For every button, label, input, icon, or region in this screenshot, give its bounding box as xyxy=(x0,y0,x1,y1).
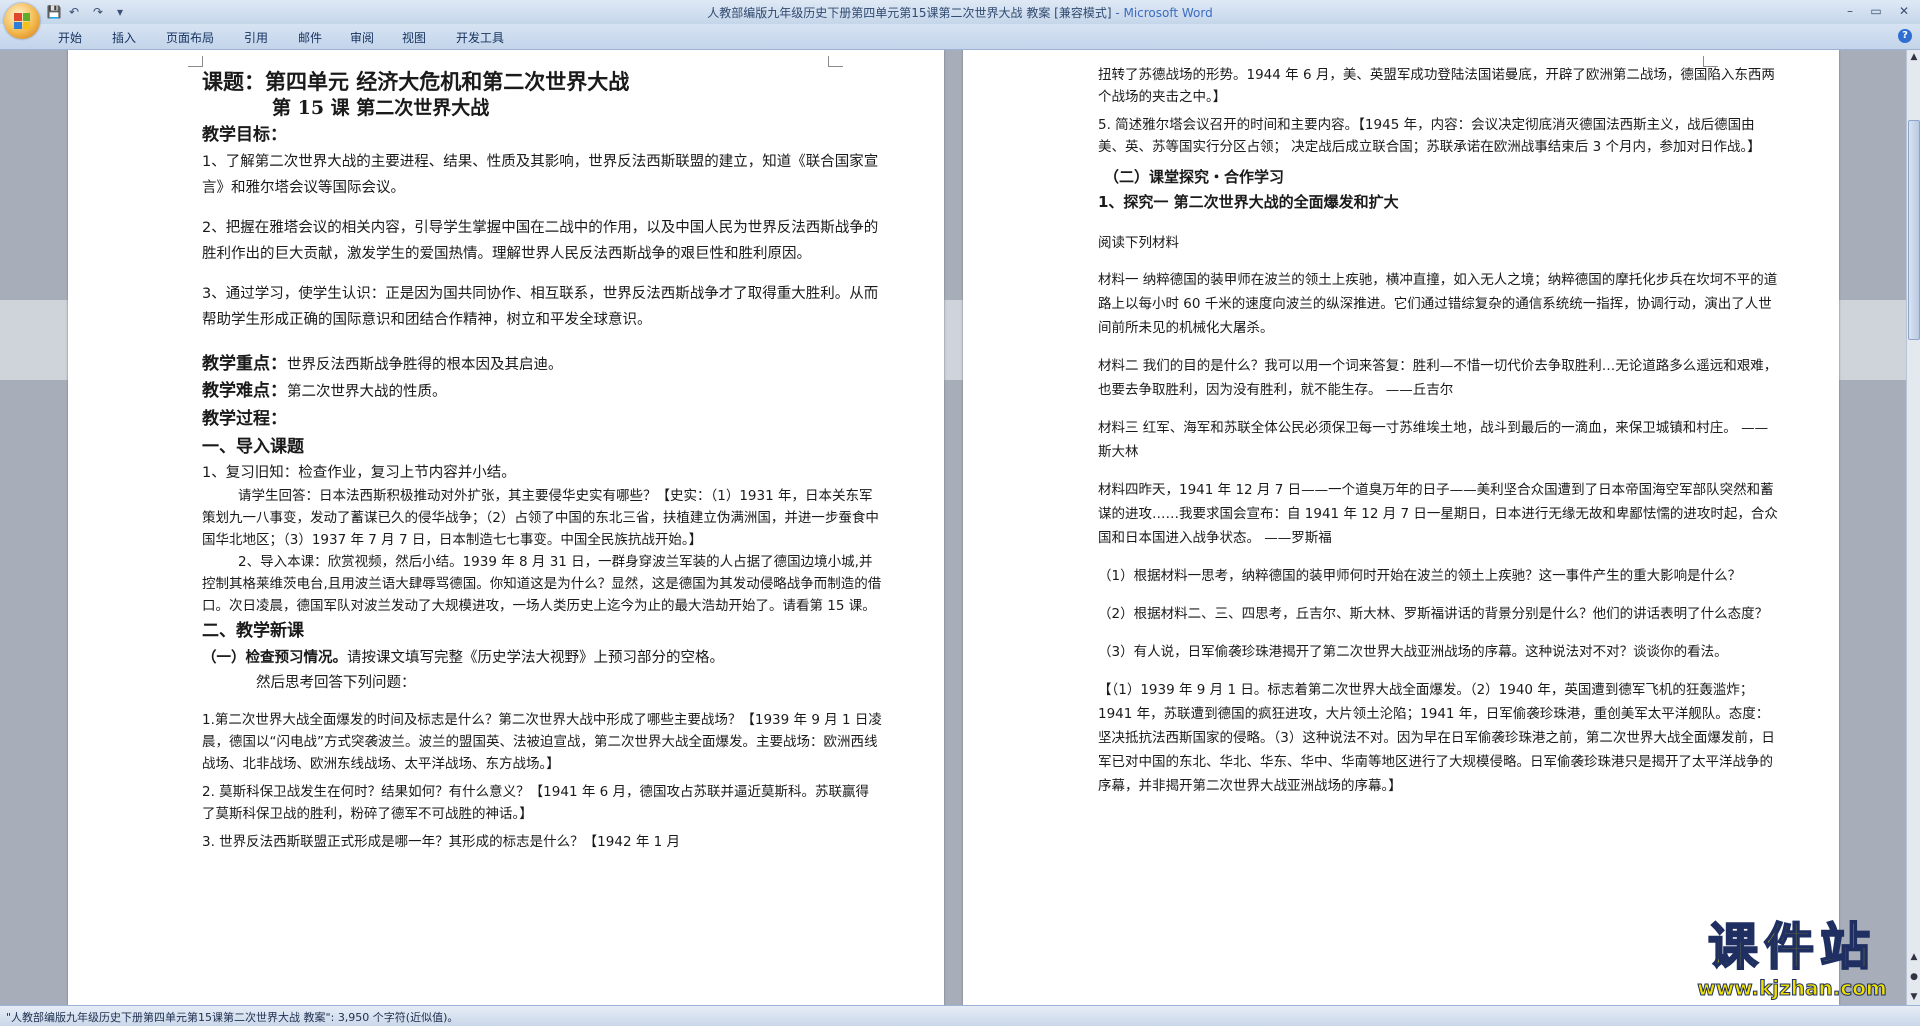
preview-text-2: 然后思考回答下列问题： xyxy=(256,675,416,691)
question-2: 2. 莫斯科保卫战发生在何时？结果如何？有什么意义？【1941 年 6 月，德国… xyxy=(202,784,869,822)
document-page-left[interactable]: 课题：第四单元 经济大危机和第二次世界大战 第 15 课 第二次世界大战 教学目… xyxy=(68,50,944,1005)
tab-home[interactable]: 开始 xyxy=(58,29,82,46)
status-bar: "人教部编版九年级历史下册第四单元第15课第二次世界大战 教案": 3,950 … xyxy=(0,1005,1920,1026)
process-heading: 教学过程： xyxy=(202,409,287,429)
crop-mark xyxy=(188,56,203,67)
crop-mark xyxy=(963,56,977,66)
preview-check: （一）检查预习情况。请按课文填写完整《历史学法大视野》上预习部分的空格。 xyxy=(202,645,882,671)
task-3: （3）有人说，日军偷袭珍珠港揭开了第二次世界大战亚洲战场的序幕。这种说法对不对？… xyxy=(1098,644,1728,660)
material-1: 材料一 纳粹德国的装甲师在波兰的领土上疾驰，横冲直撞，如入无人之境；纳粹德国的摩… xyxy=(1098,272,1778,336)
minimize-button[interactable]: – xyxy=(1838,2,1862,20)
maximize-button[interactable]: ▭ xyxy=(1864,2,1888,20)
explore-heading: （二）课堂探究・合作学习 xyxy=(1104,168,1285,186)
app-name: - Microsoft Word xyxy=(1111,6,1213,20)
lesson-title: 课题：第四单元 经济大危机和第二次世界大战 xyxy=(202,69,630,94)
word-count-status[interactable]: "人教部编版九年级历史下册第四单元第15课第二次世界大战 教案": 3,950 … xyxy=(6,1009,458,1025)
key-point-text: 世界反法西斯战争胜得的根本因及其启迪。 xyxy=(287,357,563,373)
goal-1: 1、了解第二次世界大战的主要进程、结果、性质及其影响，世界反法西斯联盟的建立，知… xyxy=(202,154,879,196)
review-item: 1、复习旧知：检查作业，复习上节内容并小结。 xyxy=(202,465,516,481)
office-button[interactable] xyxy=(4,3,40,39)
preview-text: 请按课文填写完整《历史学法大视野》上预习部分的空格。 xyxy=(347,650,724,666)
task-2: （2）根据材料二、三、四思考，丘吉尔、斯大林、罗斯福讲话的背景分别是什么？他们的… xyxy=(1098,606,1769,622)
office-logo-icon xyxy=(14,13,30,29)
site-watermark: 课件站 www.kjzhan.com xyxy=(1672,918,1912,1005)
tab-developer[interactable]: 开发工具 xyxy=(456,29,504,46)
document-title: 人教部编版九年级历史下册第四单元第15课第二次世界大战 教案 [兼容模式] xyxy=(707,6,1112,20)
read-instruction: 阅读下列材料 xyxy=(1098,235,1179,251)
title-bar: 💾 ↶ ↷ ▾ 人教部编版九年级历史下册第四单元第15课第二次世界大战 教案 [… xyxy=(0,0,1920,39)
question-3: 3. 世界反法西斯联盟正式形成是哪一年？其形成的标志是什么？【1942 年 1 … xyxy=(202,834,680,850)
goals-heading: 教学目标： xyxy=(202,125,287,145)
scroll-up-icon[interactable]: ▲ xyxy=(1907,50,1920,64)
key-point: 教学重点：世界反法西斯战争胜得的根本因及其启迪。 xyxy=(202,351,882,378)
ribbon-tabs: 开始 插入 页面布局 引用 邮件 审阅 视图 开发工具 ? xyxy=(0,24,1920,50)
question-5: 5. 简述雅尔塔会议召开的时间和主要内容。【1945 年，内容：会议决定彻底消灭… xyxy=(1098,117,1761,155)
crop-mark xyxy=(828,56,843,67)
goal-3: 3、通过学习，使学生认识：正是因为国共同协作、相互联系，世界反法西斯战争才了取得… xyxy=(202,286,879,328)
scroll-thumb[interactable] xyxy=(1908,120,1920,340)
tab-references[interactable]: 引用 xyxy=(244,29,268,46)
tab-review[interactable]: 审阅 xyxy=(350,29,374,46)
material-4: 材料四昨天，1941 年 12 月 7 日——一个道臭万年的日子——美利坚合众国… xyxy=(1098,482,1778,546)
new-lesson-heading: 二、教学新课 xyxy=(202,621,304,641)
difficulty: 教学难点：第二次世界大战的性质。 xyxy=(202,378,882,405)
review-question: 请学生回答：日本法西斯积极推动对外扩张，其主要侵华史实有哪些？【史实：（1）19… xyxy=(202,488,879,548)
vertical-scrollbar[interactable]: ▲ ▲ ● ▼ xyxy=(1906,50,1920,1005)
answer-block: 【（1）1939 年 9 月 1 日。标志着第二次世界大战全面爆发。（2）194… xyxy=(1098,682,1775,794)
watermark-logo-text: 课件站 xyxy=(1707,918,1876,976)
intro-new-lesson: 2、导入本课：欣赏视频，然后小结。1939 年 8 月 31 日，一群身穿波兰军… xyxy=(202,554,882,614)
difficulty-text: 第二次世界大战的性质。 xyxy=(287,384,447,400)
left-page-content: 课题：第四单元 经济大危机和第二次世界大战 第 15 课 第二次世界大战 教学目… xyxy=(202,68,882,853)
tab-mailings[interactable]: 邮件 xyxy=(298,29,322,46)
continued-answer: 扭转了苏德战场的形势。1944 年 6 月，美、英盟军成功登陆法国诺曼底，开辟了… xyxy=(1098,67,1775,105)
right-page-content: 扭转了苏德战场的形势。1944 年 6 月，美、英盟军成功登陆法国诺曼底，开辟了… xyxy=(1098,64,1778,798)
preview-label: （一）检查预习情况。 xyxy=(202,650,347,666)
watermark-url: www.kjzhan.com xyxy=(1697,976,1888,1001)
explore-1-heading: 1、探究一 第二次世界大战的全面爆发和扩大 xyxy=(1098,193,1399,211)
lesson-subtitle: 第 15 课 第二次世界大战 xyxy=(272,97,490,119)
tab-insert[interactable]: 插入 xyxy=(112,29,136,46)
difficulty-label: 教学难点： xyxy=(202,381,287,401)
task-1: （1）根据材料一思考，纳粹德国的装甲师何时开始在波兰的领土上疾驰？这一事件产生的… xyxy=(1098,568,1742,584)
tab-page-layout[interactable]: 页面布局 xyxy=(166,29,214,46)
help-icon[interactable]: ? xyxy=(1898,29,1912,43)
goal-2: 2、把握在雅塔会议的相关内容，引导学生掌握中国在二战中的作用，以及中国人民为世界… xyxy=(202,220,879,262)
material-3: 材料三 红军、海军和苏联全体公民必须保卫每一寸苏维埃土地，战斗到最后的一滴血，来… xyxy=(1098,420,1769,460)
question-1: 1.第二次世界大战全面爆发的时间及标志是什么？第二次世界大战中形成了哪些主要战场… xyxy=(202,712,882,772)
material-2: 材料二 我们的目的是什么？我可以用一个词来答复：胜利—不惜一切代价去争取胜利…无… xyxy=(1098,358,1778,398)
tab-view[interactable]: 视图 xyxy=(402,29,426,46)
document-workspace: 课题：第四单元 经济大危机和第二次世界大战 第 15 课 第二次世界大战 教学目… xyxy=(0,50,1906,1005)
intro-heading: 一、导入课题 xyxy=(202,437,304,457)
window-title: 人教部编版九年级历史下册第四单元第15课第二次世界大战 教案 [兼容模式] - … xyxy=(0,4,1920,21)
close-button[interactable]: ✕ xyxy=(1892,2,1916,20)
document-page-right[interactable]: 扭转了苏德战场的形势。1944 年 6 月，美、英盟军成功登陆法国诺曼底，开辟了… xyxy=(963,50,1839,1005)
key-point-label: 教学重点： xyxy=(202,354,287,374)
